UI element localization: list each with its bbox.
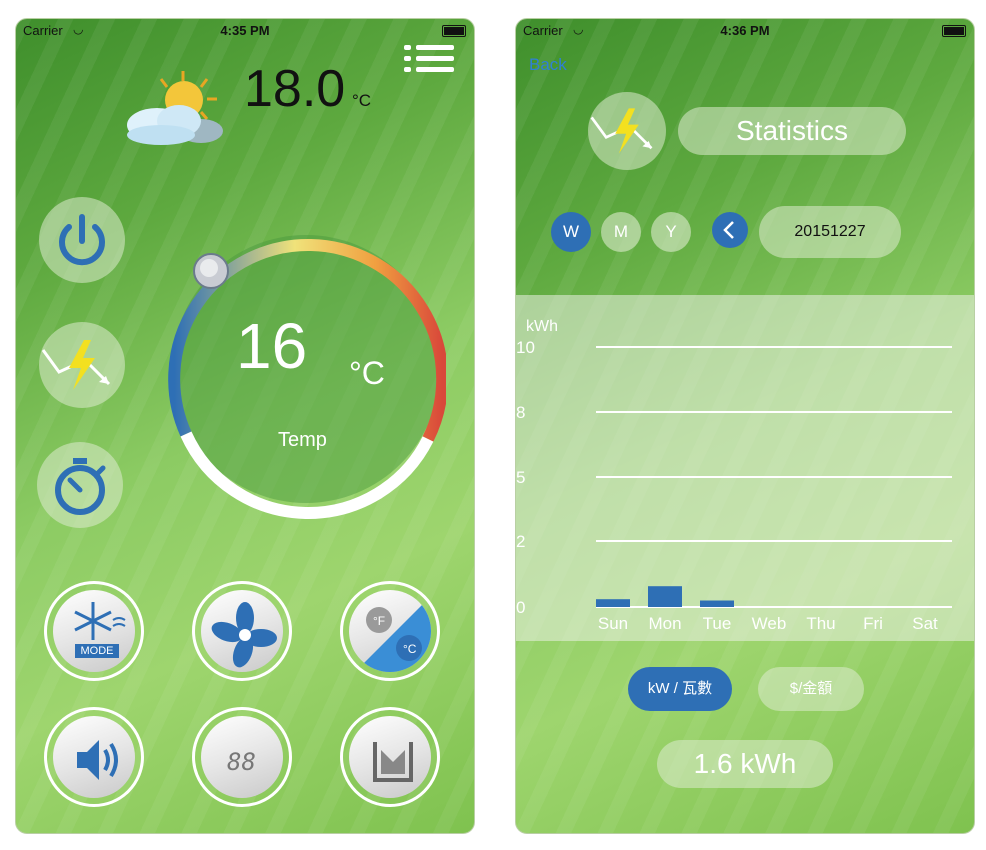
svg-text:88: 88 (227, 748, 256, 776)
x-tick-label: Mon (648, 614, 681, 633)
back-button[interactable]: Back (529, 55, 567, 75)
temp-label: Temp (278, 429, 327, 451)
x-tick-label: Thu (806, 614, 835, 633)
fan-button[interactable] (192, 581, 292, 681)
y-axis-label: kWh (526, 318, 558, 335)
battery-icon (942, 25, 966, 37)
y-tick-label: 5 (516, 468, 525, 487)
power-button[interactable] (39, 197, 125, 283)
setpoint-unit: °C (349, 355, 385, 391)
chevron-left-icon (723, 221, 734, 239)
filter-button[interactable] (340, 707, 440, 807)
status-bar: Carrier ◡ 4:36 PM (516, 19, 974, 41)
fan-icon (211, 602, 277, 668)
energy-bar-chart: kWh 10 8 5 2 0 Sun Mon Tue Web Thu Fri Sat (516, 318, 952, 633)
page-title: Statistics (678, 107, 906, 155)
outside-temperature: 18.0 (244, 60, 346, 118)
y-tick-label: 10 (516, 338, 535, 357)
clock: 4:36 PM (720, 23, 770, 38)
period-month-button[interactable]: M (601, 212, 641, 252)
date-field[interactable]: 20151227 (759, 206, 901, 258)
total-energy: 1.6 kWh (657, 740, 833, 788)
stopwatch-icon (55, 458, 106, 515)
statistics-screen: Carrier ◡ 4:36 PM Back Statistics W M Y … (515, 18, 975, 834)
svg-text:°C: °C (403, 642, 417, 656)
x-tick-label: Web (752, 614, 787, 633)
filter-icon (373, 742, 413, 782)
bar (648, 586, 682, 607)
speaker-icon (77, 740, 118, 780)
power-icon (59, 214, 105, 266)
battery-icon (442, 25, 466, 37)
clock: 4:35 PM (220, 23, 270, 38)
y-tick-label: 8 (516, 403, 525, 422)
energy-chart-icon (41, 340, 111, 390)
unit-toggle-button[interactable]: °F °C (340, 581, 440, 681)
kw-unit-button[interactable]: kW / 瓦數 (628, 667, 732, 711)
thermostat-screen: Carrier ◡ 4:35 PM 18.0 °C 16 °C Temp MOD… (15, 18, 475, 834)
timer-button[interactable] (37, 442, 123, 528)
svg-text:°F: °F (373, 614, 385, 628)
x-tick-label: Sat (912, 614, 938, 633)
bar (700, 600, 734, 607)
snowflake-icon (74, 602, 126, 640)
previous-period-button[interactable] (712, 212, 748, 248)
x-tick-label: Tue (703, 614, 732, 633)
y-tick-label: 2 (516, 532, 525, 551)
mode-label: MODE (75, 644, 119, 658)
energy-chart-icon (590, 108, 653, 154)
bar (596, 599, 630, 607)
x-tick-label: Fri (863, 614, 883, 633)
period-year-button[interactable]: Y (651, 212, 691, 252)
energy-chart-panel: kWh 10 8 5 2 0 Sun Mon Tue Web Thu Fri Sat (516, 295, 974, 641)
digital-display-icon: 88 (227, 748, 256, 776)
setpoint-temperature: 16 (236, 310, 308, 382)
y-tick-label: 0 (516, 598, 525, 617)
partly-cloudy-icon (127, 71, 223, 145)
volume-button[interactable] (44, 707, 144, 807)
display-button[interactable]: 88 (192, 707, 292, 807)
energy-statistics-button[interactable] (39, 322, 125, 408)
x-tick-label: Sun (598, 614, 628, 633)
mode-button[interactable]: MODE (44, 581, 144, 681)
energy-icon-badge (588, 92, 666, 170)
menu-icon[interactable] (404, 45, 454, 73)
outside-temperature-unit: °C (352, 91, 372, 110)
money-unit-button[interactable]: $/金額 (758, 667, 864, 711)
period-week-button[interactable]: W (551, 212, 591, 252)
status-bar: Carrier ◡ 4:35 PM (16, 19, 474, 41)
fahrenheit-celsius-icon: °F °C (355, 596, 431, 672)
